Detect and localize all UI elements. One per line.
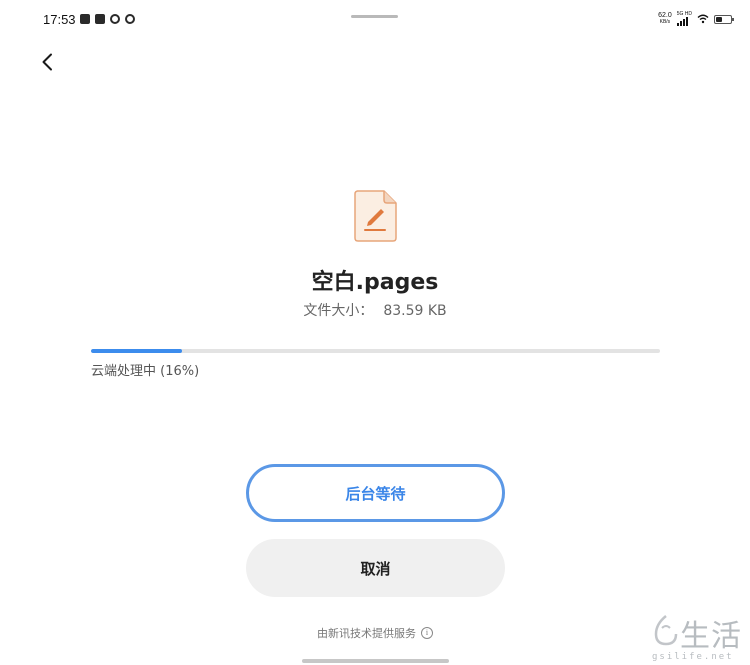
progress-label: 云端处理中 (16%) <box>91 364 200 379</box>
watermark-text: 生活 <box>680 619 742 654</box>
gallery-icon <box>80 14 90 24</box>
status-time: 17:53 <box>43 12 76 27</box>
instagram-icon <box>110 14 120 24</box>
progress-bar <box>91 349 660 353</box>
battery-icon <box>714 14 734 24</box>
link-icon <box>125 14 135 24</box>
signal-icon <box>676 17 688 26</box>
info-icon[interactable]: i <box>421 627 433 639</box>
tick-icon <box>95 14 105 24</box>
provider-notice: 由新讯技术提供服务 i <box>0 625 750 641</box>
progress-fill <box>91 349 183 353</box>
home-indicator[interactable] <box>302 659 449 663</box>
file-size: 文件大小： 83.59 KB <box>0 300 750 320</box>
notification-icons <box>80 14 135 24</box>
status-right: 62.0 KB/s 5G HD <box>658 12 734 26</box>
network-speed: 62.0 KB/s <box>658 12 672 26</box>
network-speed-value: 62.0 <box>658 12 672 19</box>
back-button[interactable] <box>36 51 58 73</box>
cellular-signal: 5G HD <box>676 12 692 26</box>
file-size-value: 83.59 KB <box>383 303 447 319</box>
network-speed-unit: KB/s <box>659 19 671 25</box>
file-size-label: 文件大小： <box>303 303 374 319</box>
drag-handle[interactable] <box>351 15 398 18</box>
chevron-left-icon <box>42 53 52 71</box>
watermark-url: gsilife.net <box>652 652 734 662</box>
cancel-button[interactable]: 取消 <box>246 539 505 597</box>
file-name: 空白.pages <box>311 270 439 295</box>
document-edit-icon <box>354 190 397 242</box>
provider-text: 由新讯技术提供服务 <box>317 627 416 640</box>
wifi-icon <box>697 14 709 24</box>
watermark-logo-icon <box>654 615 678 646</box>
status-bar: 17:53 62.0 KB/s 5G HD <box>0 0 750 38</box>
background-wait-button[interactable]: 后台等待 <box>246 464 505 522</box>
